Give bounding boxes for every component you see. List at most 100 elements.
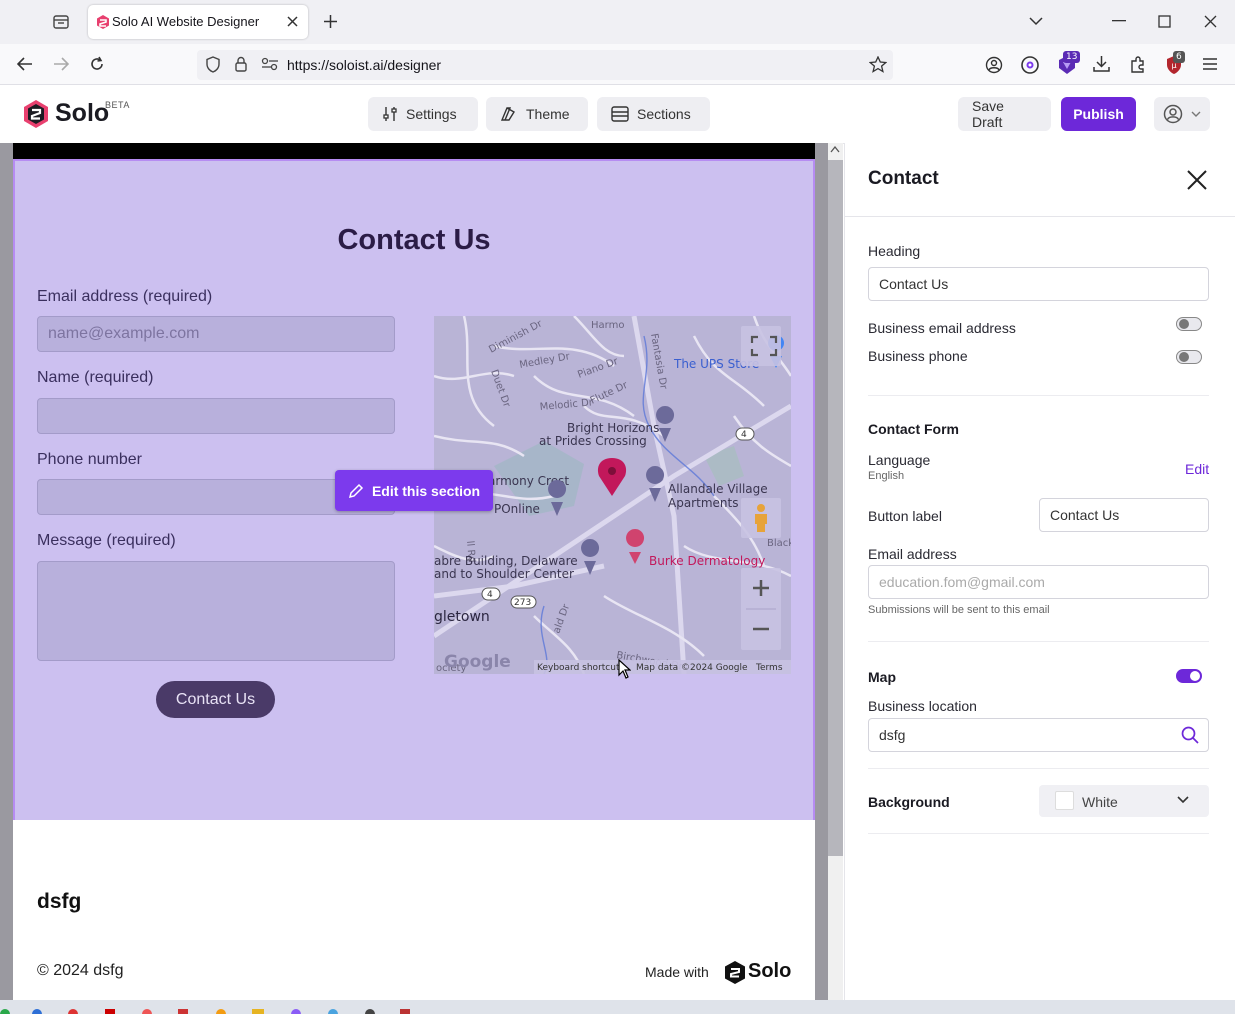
- tab-overview-icon[interactable]: [52, 13, 70, 31]
- theme-nav-button[interactable]: Theme: [486, 97, 588, 131]
- chevron-down-icon: [1191, 111, 1201, 117]
- phone-field-label: Phone number: [37, 451, 142, 468]
- lock-icon[interactable]: [234, 56, 248, 72]
- account-icon[interactable]: [985, 56, 1003, 74]
- panel-divider: [868, 641, 1209, 642]
- map-road-label: Harmo: [591, 320, 624, 331]
- contact-submit-button[interactable]: Contact Us: [156, 681, 275, 718]
- map-place-label: abre Building, Delaware: [434, 554, 578, 568]
- bookmark-star-icon[interactable]: [869, 56, 887, 73]
- email-address-input[interactable]: education.fom@gmail.com: [868, 565, 1209, 599]
- close-panel-icon[interactable]: [1186, 169, 1208, 191]
- email-field-label: Email address (required): [37, 288, 213, 305]
- tab-list-chevron-icon[interactable]: [1029, 16, 1043, 26]
- layout-icon: [611, 106, 629, 122]
- email-address-label: Email address: [868, 546, 957, 562]
- map-terms-link: Terms: [755, 663, 783, 673]
- downloads-icon[interactable]: [1093, 55, 1110, 73]
- background-label: Background: [868, 794, 950, 810]
- panel-divider: [868, 768, 1209, 769]
- business-location-label: Business location: [868, 698, 977, 714]
- sections-nav-button[interactable]: Sections: [597, 97, 710, 131]
- back-icon[interactable]: [17, 57, 33, 71]
- solo-footer-logo-icon[interactable]: [724, 960, 746, 985]
- app-brand-name: Solo: [55, 99, 110, 127]
- business-email-label: Business email address: [868, 320, 1016, 336]
- heading-input[interactable]: Contact Us: [868, 267, 1209, 301]
- mouse-cursor-icon: [618, 659, 631, 679]
- extensions-puzzle-icon[interactable]: [1129, 55, 1147, 73]
- map-place-label: POnline: [494, 502, 540, 516]
- taskbar-icons[interactable]: [0, 1004, 420, 1014]
- pencil-icon: [348, 483, 364, 499]
- language-label: Language: [868, 452, 931, 468]
- panel-title: Contact: [868, 168, 939, 189]
- google-logo: Google: [444, 652, 511, 672]
- sections-nav-label: Sections: [637, 106, 691, 122]
- map-place-label: at Prides Crossing: [539, 434, 647, 448]
- heading-label: Heading: [868, 243, 921, 259]
- site-permissions-icon[interactable]: [261, 57, 279, 71]
- map-road-label: Black: [767, 538, 791, 549]
- svg-text:4: 4: [487, 590, 493, 600]
- reload-icon[interactable]: [89, 56, 105, 72]
- panel-divider: [868, 833, 1209, 834]
- map-poi-label: Burke Dermatology: [649, 554, 765, 568]
- email-hint-text: Submissions will be sent to this email: [868, 604, 1050, 616]
- chevron-down-icon: [1177, 796, 1189, 804]
- close-window-icon[interactable]: [1204, 15, 1217, 28]
- user-avatar-icon: [1163, 104, 1183, 124]
- map-keyboard-shortcuts: Keyboard shortcuts: [537, 663, 624, 673]
- minimize-icon[interactable]: [1112, 20, 1126, 22]
- close-tab-icon[interactable]: [286, 15, 299, 28]
- business-phone-toggle[interactable]: [1176, 350, 1202, 364]
- forward-icon[interactable]: [53, 57, 69, 71]
- url-text[interactable]: https://soloist.ai/designer: [287, 57, 441, 73]
- panel-divider: [868, 395, 1209, 396]
- name-field[interactable]: [37, 398, 395, 434]
- settings-nav-button[interactable]: Settings: [368, 97, 478, 131]
- new-tab-icon[interactable]: [323, 14, 338, 29]
- map-street-view-icon: [757, 504, 765, 512]
- save-draft-button[interactable]: Save Draft: [958, 97, 1051, 131]
- palette-icon: [500, 106, 518, 122]
- map-place-label: and to Shoulder Center: [434, 567, 574, 581]
- message-textarea[interactable]: [37, 561, 395, 661]
- tab-title: Solo AI Website Designer: [112, 14, 260, 29]
- map-data-attribution: Map data ©2024 Google: [636, 663, 748, 673]
- map-toggle[interactable]: [1176, 669, 1202, 683]
- privacy-extension-icon[interactable]: [1020, 55, 1040, 75]
- publish-button[interactable]: Publish: [1061, 97, 1136, 131]
- tracking-shield-icon[interactable]: [205, 56, 221, 73]
- panel-header-divider: [844, 216, 1235, 217]
- button-label-input[interactable]: Contact Us: [1039, 498, 1209, 532]
- preview-scrollbar-thumb[interactable]: [828, 160, 843, 856]
- hamburger-menu-icon[interactable]: [1202, 57, 1218, 71]
- email-field[interactable]: name@example.com: [37, 316, 395, 352]
- business-location-input[interactable]: dsfg: [868, 718, 1209, 752]
- edit-section-button[interactable]: Edit this section: [335, 470, 493, 511]
- settings-nav-label: Settings: [406, 106, 457, 122]
- edit-section-label: Edit this section: [371, 482, 481, 499]
- button-label-label: Button label: [868, 508, 942, 524]
- svg-text:273: 273: [514, 598, 531, 608]
- made-with-text: Made with: [645, 964, 709, 980]
- map-place-label: Apartments: [668, 496, 738, 510]
- user-menu-button[interactable]: [1154, 97, 1210, 131]
- contact-form-heading: Contact Form: [868, 421, 959, 437]
- scroll-up-icon[interactable]: [830, 146, 840, 153]
- name-field-label: Name (required): [37, 369, 154, 386]
- message-field-label: Message (required): [37, 532, 176, 549]
- search-icon[interactable]: [1181, 726, 1199, 744]
- solo-logo-icon[interactable]: [23, 99, 49, 129]
- sliders-icon: [382, 106, 398, 122]
- beta-badge: BETA: [105, 100, 130, 110]
- theme-nav-label: Theme: [526, 106, 570, 122]
- maximize-icon[interactable]: [1158, 15, 1171, 28]
- contact-section-title: Contact Us: [337, 224, 491, 256]
- background-select-value: White: [1082, 794, 1118, 810]
- language-edit-link[interactable]: Edit: [1185, 461, 1209, 477]
- ublock-badge-count: 6: [1173, 51, 1185, 63]
- map-place-label: Allandale Village: [668, 482, 768, 496]
- business-email-toggle[interactable]: [1176, 317, 1202, 331]
